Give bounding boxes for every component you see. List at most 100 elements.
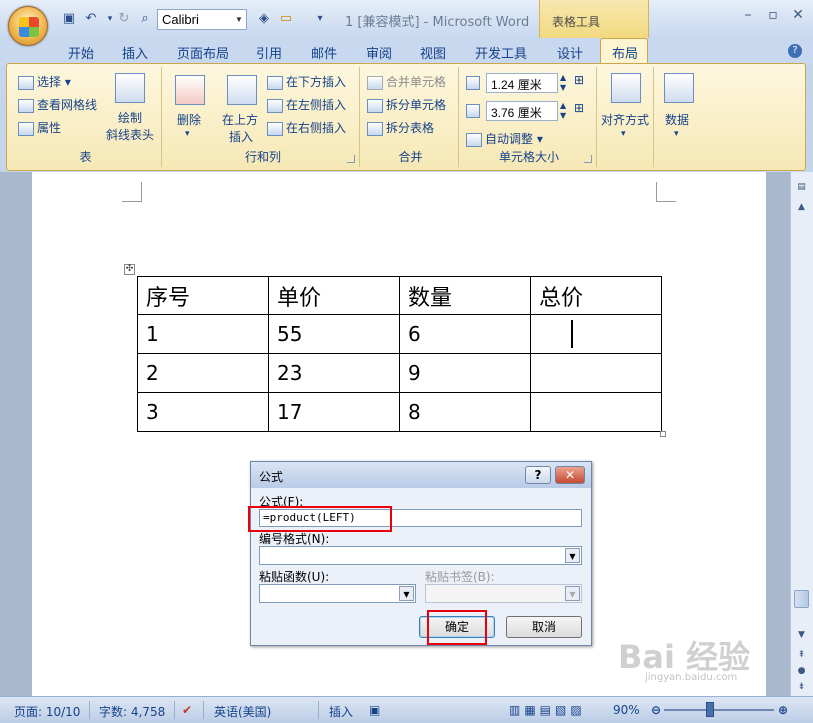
table-cell[interactable] xyxy=(530,392,662,432)
distribute-rows-icon[interactable]: ⊞ xyxy=(574,73,584,87)
customize-qat-icon[interactable]: ▾ xyxy=(311,10,329,28)
table-cell[interactable]: 17 xyxy=(268,392,400,432)
ruler-toggle-icon[interactable]: ▤ xyxy=(795,182,808,195)
tab-home[interactable]: 开始 xyxy=(68,43,94,62)
page-indicator[interactable]: 页面: 10/10 xyxy=(14,703,80,720)
zoom-slider[interactable] xyxy=(664,709,774,711)
data-icon[interactable] xyxy=(664,73,694,103)
tab-mailings[interactable]: 邮件 xyxy=(311,43,337,62)
word-table[interactable]: 序号 单价 数量 总价 1 55 6 2 23 9 3 17 8 xyxy=(137,276,662,432)
table-cell[interactable]: 55 xyxy=(268,314,400,354)
insert-above-icon[interactable] xyxy=(227,75,257,105)
table-cell[interactable]: 8 xyxy=(399,392,531,432)
insert-left-button[interactable]: 在左侧插入 xyxy=(267,96,346,113)
select-button[interactable]: 选择 ▾ xyxy=(18,73,71,90)
table-cell[interactable] xyxy=(530,314,662,354)
draw-diagonal-icon[interactable] xyxy=(115,73,145,103)
insert-below-button[interactable]: 在下方插入 xyxy=(267,73,346,90)
insert-mode-indicator[interactable]: 插入 xyxy=(329,703,353,720)
minimize-icon[interactable]: – xyxy=(735,6,761,26)
office-button[interactable] xyxy=(8,6,48,46)
insert-above-label-1[interactable]: 在上方 xyxy=(222,111,258,128)
language-indicator[interactable]: 英语(美国) xyxy=(214,703,271,720)
open-folder-icon[interactable]: ▭ xyxy=(277,10,295,28)
table-cell[interactable]: 2 xyxy=(137,353,269,393)
delete-button[interactable]: 删除 xyxy=(177,111,201,128)
zoom-slider-thumb[interactable] xyxy=(706,702,714,717)
vertical-scrollbar[interactable]: ▤ ▲ ▼ ⇞ ● ⇟ xyxy=(790,172,813,696)
dialog-close-icon[interactable]: ✕ xyxy=(555,466,585,484)
zoom-in-icon[interactable]: ⊕ xyxy=(778,703,788,717)
table-cell[interactable]: 1 xyxy=(137,314,269,354)
insert-above-label-2[interactable]: 插入 xyxy=(229,128,253,145)
macro-record-icon[interactable]: ▣ xyxy=(369,703,380,717)
alignment-dropdown-icon[interactable]: ▾ xyxy=(621,129,626,139)
zoom-out-icon[interactable]: ⊖ xyxy=(651,703,661,717)
col-width-spinner[interactable]: 3.76 厘米 xyxy=(486,101,558,121)
scroll-down-icon[interactable]: ▼ xyxy=(795,630,808,643)
undo-icon[interactable]: ↶ xyxy=(82,10,100,28)
merge-cells-button[interactable]: 合并单元格 xyxy=(367,73,446,90)
table-cell[interactable] xyxy=(530,353,662,393)
row-height-stepper-icon[interactable]: ▲ ▼ xyxy=(560,73,566,93)
styles-icon[interactable]: ◈ xyxy=(255,10,273,28)
data-button[interactable]: 数据 xyxy=(665,111,689,128)
word-count[interactable]: 字数: 4,758 xyxy=(99,703,165,720)
insert-right-button[interactable]: 在右侧插入 xyxy=(267,119,346,136)
col-width-stepper-icon[interactable]: ▲ ▼ xyxy=(560,101,566,121)
tab-developer[interactable]: 开发工具 xyxy=(475,43,527,62)
table-header-cell[interactable]: 序号 xyxy=(137,276,269,315)
tab-page-layout[interactable]: 页面布局 xyxy=(177,43,229,62)
split-table-button[interactable]: 拆分表格 xyxy=(367,119,434,136)
data-dropdown-icon[interactable]: ▾ xyxy=(674,129,679,139)
scroll-up-icon[interactable]: ▲ xyxy=(795,202,808,215)
table-cell[interactable]: 6 xyxy=(399,314,531,354)
next-page-icon[interactable]: ⇟ xyxy=(795,682,808,695)
draw-diagonal-label-2[interactable]: 斜线表头 xyxy=(106,126,154,143)
dialog-title-bar[interactable]: 公式 ? ✕ xyxy=(251,462,591,488)
print-preview-icon[interactable]: ⌕ xyxy=(136,10,154,28)
chevron-down-icon[interactable]: ▼ xyxy=(232,10,246,29)
delete-icon[interactable] xyxy=(175,75,205,105)
table-cell[interactable]: 3 xyxy=(137,392,269,432)
autofit-button[interactable]: 自动调整 ▾ xyxy=(466,130,543,147)
view-gridlines-button[interactable]: 查看网格线 xyxy=(18,96,97,113)
properties-button[interactable]: 属性 xyxy=(18,119,61,136)
help-icon[interactable]: ? xyxy=(788,44,802,58)
chevron-down-icon[interactable]: ▼ xyxy=(565,586,580,601)
tab-references[interactable]: 引用 xyxy=(256,43,282,62)
tab-insert[interactable]: 插入 xyxy=(122,43,148,62)
row-height-spinner[interactable]: 1.24 厘米 xyxy=(486,73,558,93)
distribute-cols-icon[interactable]: ⊞ xyxy=(574,101,584,115)
delete-dropdown-icon[interactable]: ▾ xyxy=(185,129,190,139)
chevron-down-icon[interactable]: ▼ xyxy=(565,548,580,563)
tab-design[interactable]: 设计 xyxy=(557,43,583,62)
table-header-cell[interactable]: 数量 xyxy=(399,276,531,315)
dialog-launcher-icon[interactable] xyxy=(347,155,355,163)
font-name-box[interactable]: Calibri ▼ xyxy=(157,9,247,30)
tab-review[interactable]: 审阅 xyxy=(366,43,392,62)
number-format-combo[interactable]: ▼ xyxy=(259,546,582,565)
paste-function-combo[interactable]: ▼ xyxy=(259,584,416,603)
table-cell[interactable]: 23 xyxy=(268,353,400,393)
scrollbar-thumb[interactable] xyxy=(794,590,809,608)
alignment-icon[interactable] xyxy=(611,73,641,103)
chevron-down-icon[interactable]: ▼ xyxy=(399,586,414,601)
view-buttons[interactable]: ▥▦▤▧▨ xyxy=(509,703,586,717)
table-resize-handle[interactable] xyxy=(660,431,666,437)
table-header-cell[interactable]: 总价 xyxy=(530,276,662,315)
zoom-level[interactable]: 90% xyxy=(613,703,640,717)
dialog-help-icon[interactable]: ? xyxy=(525,466,551,484)
close-icon[interactable]: ✕ xyxy=(785,6,811,26)
cancel-button[interactable]: 取消 xyxy=(506,616,582,638)
paste-bookmark-combo[interactable]: ▼ xyxy=(425,584,582,603)
table-move-handle-icon[interactable]: ✣ xyxy=(124,264,135,275)
alignment-button[interactable]: 对齐方式 xyxy=(601,111,649,128)
split-cells-button[interactable]: 拆分单元格 xyxy=(367,96,446,113)
redo-icon[interactable]: ↻ xyxy=(115,10,133,28)
table-header-cell[interactable]: 单价 xyxy=(268,276,400,315)
browse-object-icon[interactable]: ● xyxy=(795,666,808,679)
restore-icon[interactable]: ▫ xyxy=(760,6,786,26)
tab-view[interactable]: 视图 xyxy=(420,43,446,62)
draw-diagonal-label-1[interactable]: 绘制 xyxy=(118,109,142,126)
